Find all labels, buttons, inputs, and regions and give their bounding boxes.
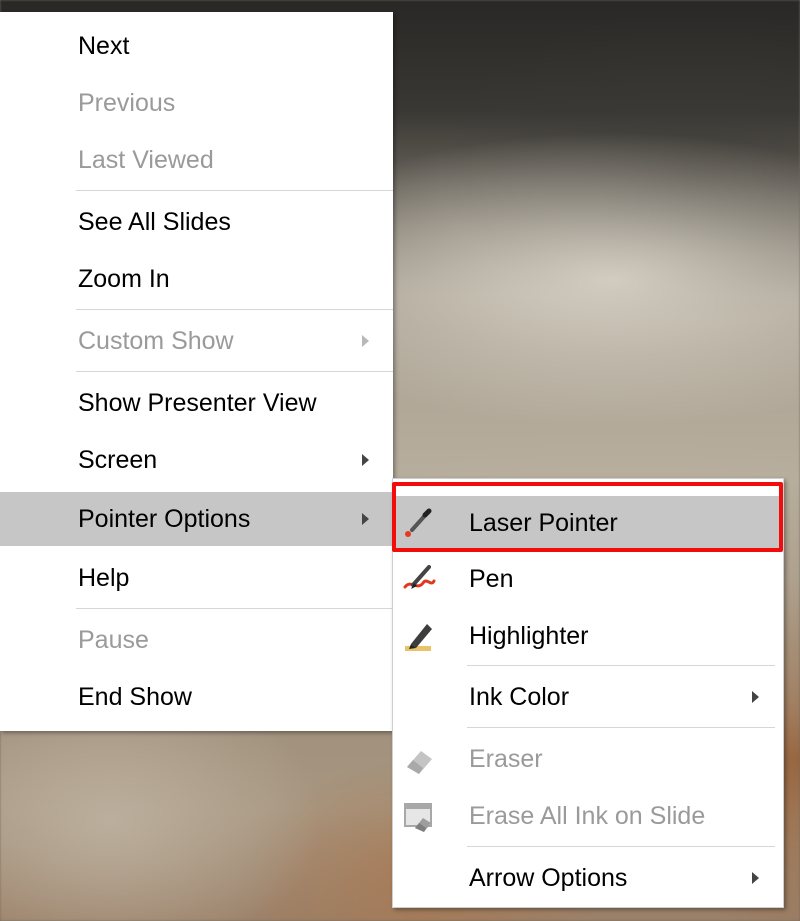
menu-item-label: Ink Color	[469, 682, 570, 711]
eraser-icon	[401, 741, 437, 777]
menu-item-custom-show[interactable]: Custom Show	[0, 316, 393, 366]
menu-item-label: Show Presenter View	[78, 388, 317, 417]
menu-item-zoom-in[interactable]: Zoom In	[0, 254, 393, 304]
menu-item-screen[interactable]: Screen	[0, 435, 393, 485]
menu-item-label: See All Slides	[78, 207, 231, 236]
submenu-item-eraser[interactable]: Eraser	[393, 734, 783, 784]
erase-all-ink-icon	[401, 798, 437, 834]
submenu-item-laser-pointer[interactable]: Laser Pointer	[393, 496, 783, 550]
menu-separator	[467, 846, 775, 847]
submenu-item-ink-color[interactable]: Ink Color	[393, 672, 783, 722]
menu-item-label: Pointer Options	[78, 504, 251, 533]
menu-item-show-presenter-view[interactable]: Show Presenter View	[0, 378, 393, 428]
slideshow-context-menu: Next Previous Last Viewed See All Slides…	[0, 12, 393, 731]
menu-item-last-viewed[interactable]: Last Viewed	[0, 135, 393, 185]
menu-item-help[interactable]: Help	[0, 553, 393, 603]
menu-separator	[76, 309, 393, 310]
menu-item-label: Screen	[78, 445, 158, 474]
submenu-arrow-icon	[362, 454, 369, 466]
menu-item-label: Highlighter	[469, 621, 589, 650]
submenu-item-erase-all-ink[interactable]: Erase All Ink on Slide	[393, 791, 783, 841]
menu-item-label: End Show	[78, 682, 192, 711]
submenu-arrow-icon	[362, 335, 369, 347]
menu-item-label: Arrow Options	[469, 863, 628, 892]
submenu-item-highlighter[interactable]: Highlighter	[393, 611, 783, 661]
submenu-arrow-icon	[752, 691, 759, 703]
menu-item-previous[interactable]: Previous	[0, 78, 393, 128]
menu-item-label: Custom Show	[78, 326, 234, 355]
menu-separator	[467, 665, 775, 666]
pointer-options-submenu: Laser Pointer Pen Highlighter Ink Color	[392, 478, 784, 908]
menu-item-label: Zoom In	[78, 264, 170, 293]
submenu-item-pen[interactable]: Pen	[393, 554, 783, 604]
menu-item-label: Erase All Ink on Slide	[469, 801, 706, 830]
menu-item-next[interactable]: Next	[0, 21, 393, 71]
menu-item-label: Last Viewed	[78, 145, 214, 174]
menu-item-label: Pause	[78, 625, 149, 654]
menu-item-pause[interactable]: Pause	[0, 615, 393, 665]
menu-item-label: Laser Pointer	[469, 508, 618, 537]
submenu-arrow-icon	[752, 872, 759, 884]
menu-item-see-all-slides[interactable]: See All Slides	[0, 197, 393, 247]
pen-icon	[401, 561, 437, 597]
menu-item-label: Pen	[469, 564, 514, 593]
submenu-item-arrow-options[interactable]: Arrow Options	[393, 853, 783, 903]
laser-pointer-icon	[401, 503, 437, 539]
highlighter-icon	[401, 618, 437, 654]
menu-item-label: Next	[78, 31, 130, 60]
menu-separator	[76, 371, 393, 372]
menu-item-label: Help	[78, 563, 130, 592]
menu-item-end-show[interactable]: End Show	[0, 672, 393, 722]
menu-separator	[76, 608, 393, 609]
menu-separator	[76, 190, 393, 191]
submenu-arrow-icon	[362, 513, 369, 525]
menu-item-pointer-options[interactable]: Pointer Options	[0, 492, 393, 546]
menu-item-label: Previous	[78, 88, 176, 117]
menu-separator	[467, 727, 775, 728]
menu-item-label: Eraser	[469, 744, 543, 773]
